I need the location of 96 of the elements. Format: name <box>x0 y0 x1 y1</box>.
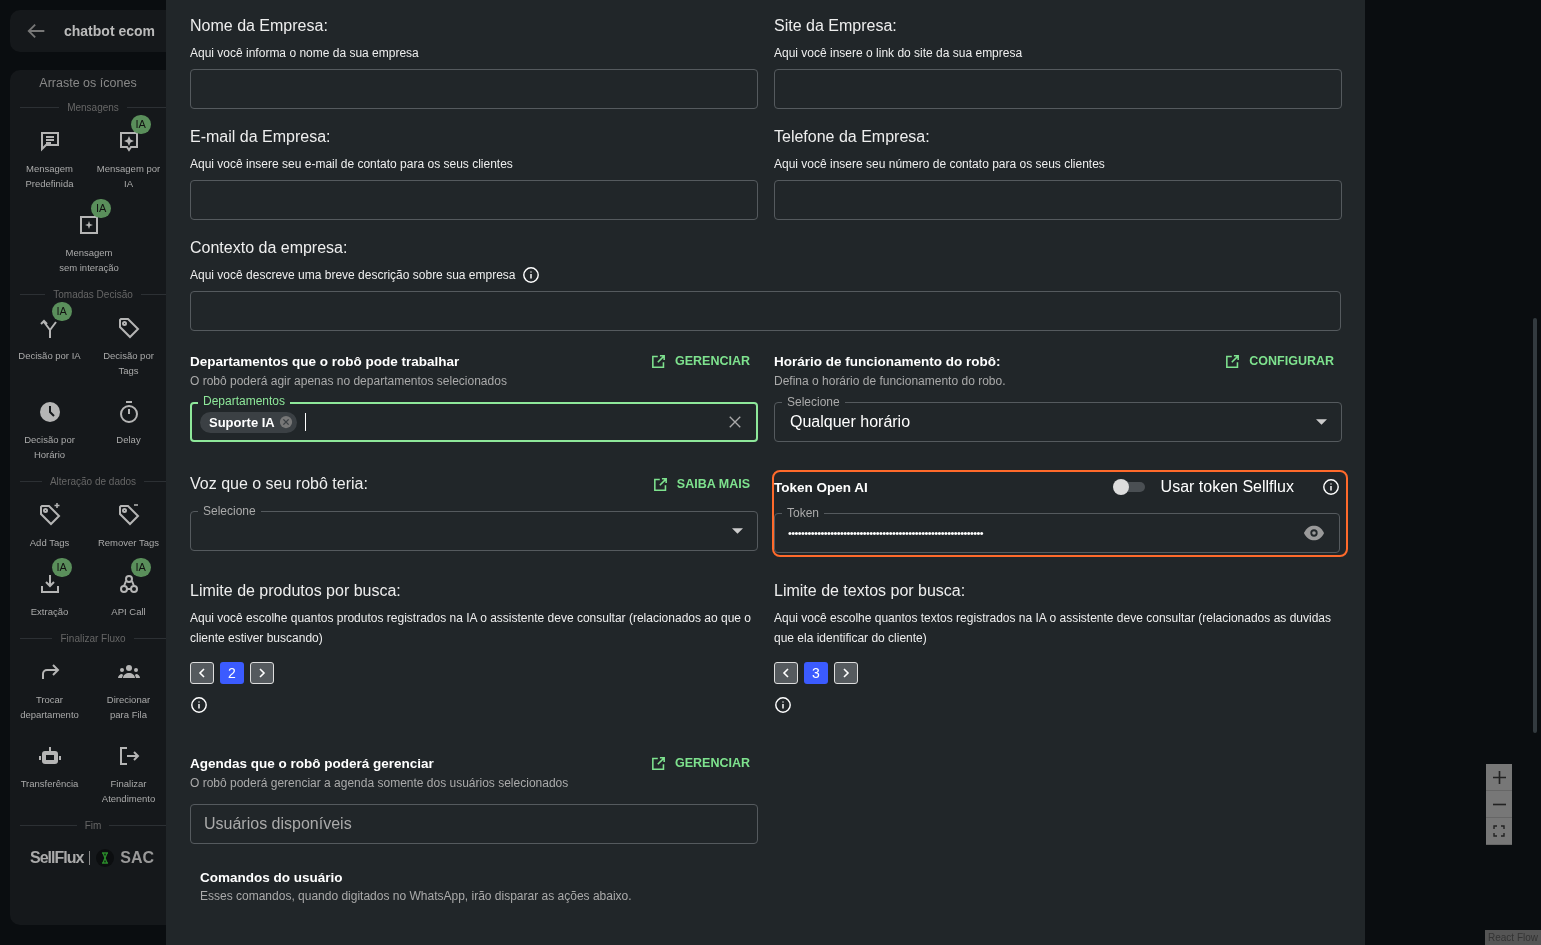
ai-badge: IA <box>91 199 112 218</box>
section-title: Voz que o seu robô teria: <box>190 475 368 493</box>
increment-button[interactable] <box>250 662 274 684</box>
external-link[interactable]: GERENCIAR <box>650 754 758 772</box>
external-link[interactable]: CONFIGURAR <box>1224 352 1342 370</box>
chevron-right-icon <box>257 668 267 678</box>
section-description: O robô poderá gerenciar a agenda somente dos usuários selecionados <box>190 776 570 790</box>
section-title: Departamentos que o robô pode trabalhar <box>190 353 460 369</box>
toggle-switch[interactable] <box>1114 482 1145 492</box>
field-hint: Aqui você informa o nome da sua empresa <box>190 45 420 62</box>
section-title: Mensagens <box>67 102 119 113</box>
palette-item[interactable]: Decisão por Horário <box>17 390 82 462</box>
field-legend: Token <box>782 506 825 520</box>
clear-icon[interactable] <box>728 415 742 429</box>
field-legend: Departamentos <box>198 394 291 408</box>
tag-minus-icon <box>116 503 141 527</box>
info-icon[interactable] <box>1322 478 1340 496</box>
field-hint: Aqui você insere seu e-mail de contato para os seus clientes <box>190 156 514 173</box>
zoom-in-button[interactable] <box>1486 764 1512 791</box>
palette-item[interactable]: Decisão por Tags <box>96 306 161 378</box>
section-title: Token Open AI <box>774 479 868 495</box>
ai-badge: IA <box>51 558 72 577</box>
sparkle-box-icon <box>77 213 101 237</box>
info-icon[interactable] <box>521 266 540 284</box>
ai-badge: IA <box>130 115 151 134</box>
palette-item[interactable]: Delay <box>96 390 161 462</box>
section-title: Comandos do usuário <box>200 870 344 885</box>
section-title: Agendas que o robô poderá gerenciar <box>190 755 434 771</box>
flow-title: chatbot ecom <box>64 23 155 39</box>
section-title: Limite de textos por busca: <box>774 582 967 600</box>
chevron-right-icon <box>841 668 851 678</box>
toggle-label: Usar token Sellflux <box>1160 478 1294 496</box>
field-legend: Selecione <box>782 395 845 409</box>
limit-value: 3 <box>804 662 828 684</box>
section-title: Fim <box>84 820 102 831</box>
external-link-icon <box>650 352 667 370</box>
info-icon[interactable] <box>190 696 208 714</box>
dropdown-caret-icon <box>732 528 743 534</box>
palette-item[interactable]: Finalizar Atendimento <box>96 734 161 806</box>
text-field[interactable] <box>190 69 758 109</box>
field-label: Contexto da empresa: <box>190 239 349 257</box>
chevron-left-icon <box>197 668 207 678</box>
field-label: Site da Empresa: <box>774 17 898 35</box>
field-hint: Aqui você descreve uma breve descrição sobre sua empresa <box>190 267 516 284</box>
field-hint: Aqui você insere o link do site da sua empresa <box>774 45 1024 62</box>
brand-logo: SellFlux <box>30 849 84 867</box>
department-chip[interactable]: Suporte IA <box>200 411 297 433</box>
palette-item[interactable]: Add Tags <box>17 493 82 550</box>
palette-item[interactable]: Direcionar para Fila <box>96 650 161 722</box>
info-icon[interactable] <box>774 696 792 714</box>
section-title: Alteração de dados <box>49 476 137 487</box>
decrement-button[interactable] <box>190 662 214 684</box>
palette-item[interactable]: Mensagem Predefinida <box>17 119 82 191</box>
decrement-button[interactable] <box>774 662 798 684</box>
section-title: Tomadas Decisão <box>53 289 133 300</box>
external-link-icon <box>651 475 669 493</box>
section-description: Aqui você escolhe quantos textos registrados na IA o assistente deve consultar (relacionados as duvidas que ela identificar do cliente) <box>774 610 1332 647</box>
chevron-left-icon <box>781 668 791 678</box>
section-title: Finalizar Fluxo <box>60 633 126 644</box>
palette-title: Arraste os ícones <box>38 76 138 90</box>
external-link-icon <box>650 754 667 772</box>
users-field[interactable]: Usuários disponíveis <box>190 804 758 844</box>
text-field[interactable] <box>190 291 1341 331</box>
clock-icon <box>37 400 62 424</box>
increment-button[interactable] <box>834 662 858 684</box>
section-description: Esses comandos, quando digitados no WhatsApp, irão disparar as ações abaixo. <box>200 889 633 903</box>
field-label: Telefone da Empresa: <box>774 128 931 146</box>
palette-item[interactable]: Remover Tags <box>96 493 161 550</box>
external-link[interactable]: GERENCIAR <box>650 352 758 370</box>
section-title: Horário de funcionamento do robô: <box>774 353 1001 369</box>
ai-badge: IA <box>130 558 151 577</box>
external-link[interactable]: SAIBA MAIS <box>651 475 758 493</box>
section-title: Limite de produtos por busca: <box>190 582 402 600</box>
palette-item[interactable]: Trocar departamento <box>17 650 82 722</box>
section-description: Defina o horário de funcionamento do robo. <box>774 374 1007 388</box>
limit-value: 2 <box>220 662 244 684</box>
tag-icon <box>116 316 141 340</box>
text-field[interactable] <box>190 180 758 220</box>
plus-icon <box>1492 770 1506 784</box>
section-description: Aqui você escolhe quantos produtos registrados na IA o assistente deve consultar (relacionados ao que o cliente estiver buscando) <box>190 610 753 647</box>
fit-view-icon <box>1493 825 1505 837</box>
external-link-icon <box>1224 352 1242 370</box>
dropdown-caret-icon <box>1316 419 1327 425</box>
palette-item[interactable]: Transferência <box>17 734 82 806</box>
section-description: O robô poderá agir apenas no departamentos selecionados <box>190 374 508 388</box>
field-legend: Selecione <box>198 504 261 518</box>
product-name: SAC <box>120 849 155 867</box>
text-field[interactable] <box>774 180 1342 220</box>
field-label: E-mail da Empresa: <box>190 128 332 146</box>
fit-view-button[interactable] <box>1486 818 1512 845</box>
text-field[interactable] <box>774 69 1342 109</box>
field-hint: Aqui você insere seu número de contato para os seus clientes <box>774 156 1106 173</box>
tag-plus-icon <box>37 503 62 527</box>
field-label: Nome da Empresa: <box>190 17 329 35</box>
hourglass-icon <box>96 849 115 867</box>
ai-badge: IA <box>51 302 72 321</box>
